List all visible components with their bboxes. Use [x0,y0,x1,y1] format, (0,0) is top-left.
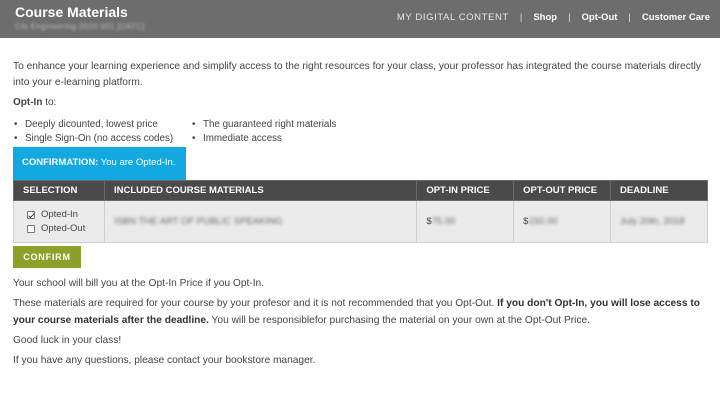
table-row: Opted-In Opted-Out ISBN THE ART OF PUBLI… [13,200,708,243]
opted-in-checkbox[interactable] [27,210,35,219]
benefit-item: Immediate access [191,132,371,146]
opted-in-option[interactable]: Opted-In [23,208,95,222]
col-optout-price: OPT-OUT PRICE [513,180,612,201]
opted-out-option[interactable]: Opted-Out [23,222,95,236]
nav-separator: | [519,12,523,23]
course-materials-table: SELECTION INCLUDED COURSE MATERIALS OPT-… [13,180,708,243]
deadline-cell: July 20th, 2018 [610,200,708,243]
col-optin-price: OPT-IN PRICE [416,180,515,201]
confirmation-status: You are Opted-In. [98,157,176,168]
requirement-text-end: You will be responsiblefor purchasing th… [208,315,591,326]
col-materials: INCLUDED COURSE MATERIALS [103,180,418,201]
optout-price-value: 150.00 [528,216,558,227]
nav-shop[interactable]: Shop [533,12,557,23]
optin-price-value: 75.00 [431,216,456,227]
benefit-item: Single Sign-On (no access codes) [13,132,193,146]
nav-separator: | [628,12,631,23]
material-cell: ISBN THE ART OF PUBLIC SPEAKING [103,200,418,243]
optin-heading-bold: Opt-In [13,97,43,108]
confirm-button[interactable]: CONFIRM [13,246,81,268]
optin-heading-rest: to: [42,97,57,108]
opted-out-checkbox[interactable] [27,224,35,233]
col-deadline: DEADLINE [610,180,708,201]
confirmation-label: CONFIRMATION: [22,157,99,168]
contact-note: If you have any questions, please contac… [13,355,316,366]
benefit-item: The guaranteed right materials [191,118,371,132]
opted-out-label: Opted-Out [41,223,86,234]
opted-in-label: Opted-In [41,209,78,220]
optin-heading: Opt-In to: [13,97,56,108]
optin-currency: $ [426,216,432,227]
benefit-item: Deeply dicounted, lowest price [13,118,193,132]
material-title: ISBN THE ART OF PUBLIC SPEAKING [113,216,283,227]
selection-cell: Opted-In Opted-Out [13,200,105,243]
page-title: Course Materials [15,4,128,20]
nav-separator: | [568,12,571,23]
optout-price-cell: $150.00 [513,200,612,243]
deadline-value: July 20th, 2018 [620,216,685,227]
good-luck-note: Good luck in your class! [13,335,122,346]
col-selection: SELECTION [13,180,105,201]
nav-customer-care[interactable]: Customer Care [642,12,710,23]
top-nav: MY DIGITAL CONTENT | Shop | Opt-Out | Cu… [397,12,710,23]
requirement-note: These materials are required for your co… [13,295,708,329]
billing-note: Your school will bill you at the Opt-In … [13,278,265,289]
table-header-row: SELECTION INCLUDED COURSE MATERIALS OPT-… [13,180,708,201]
intro-text: To enhance your learning experience and … [13,61,701,88]
course-subtitle: CIs Engineering 2020 001 [UATC] [15,22,145,31]
optin-price-cell: $75.00 [416,200,515,243]
confirmation-banner: CONFIRMATION: You are Opted-In. [13,147,186,180]
header-bar: Course Materials CIs Engineering 2020 00… [0,0,720,38]
requirement-text: These materials are required for your co… [13,298,498,309]
nav-my-digital-content[interactable]: MY DIGITAL CONTENT [397,12,509,23]
nav-opt-out[interactable]: Opt-Out [582,12,618,23]
